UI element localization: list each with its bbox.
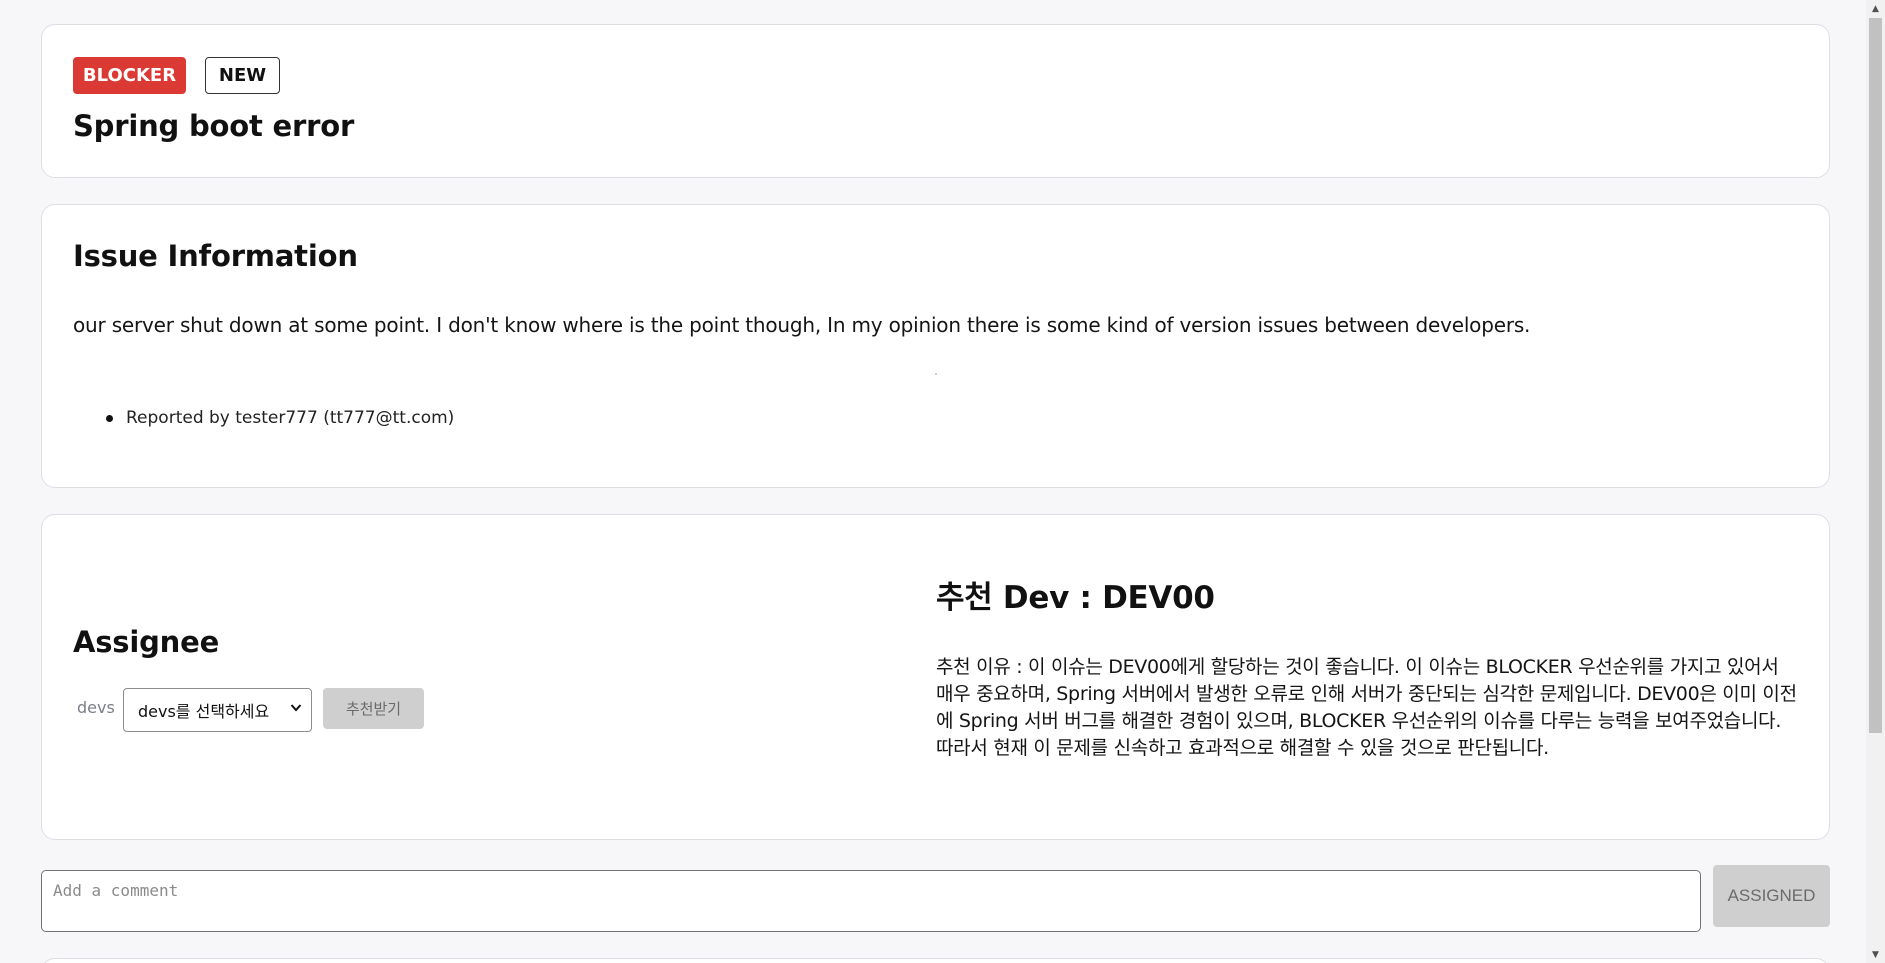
divider-dot xyxy=(935,373,937,375)
bullet-icon xyxy=(106,414,113,422)
vertical-scrollbar[interactable]: ▲ ▼ xyxy=(1866,0,1885,963)
assigned-button[interactable]: ASSIGNED xyxy=(1713,865,1830,927)
scroll-down-arrow-icon[interactable]: ▼ xyxy=(1866,946,1885,963)
scrollbar-thumb[interactable] xyxy=(1869,18,1882,733)
scroll-up-arrow-icon[interactable]: ▲ xyxy=(1866,0,1885,17)
devs-select-value: devs를 선택하세요 xyxy=(138,702,270,721)
next-card xyxy=(41,958,1830,963)
devs-label: devs xyxy=(77,698,115,717)
issue-description: our server shut down at some point. I do… xyxy=(73,313,1531,337)
reporter-list-item: Reported by tester777 (tt777@tt.com) xyxy=(106,408,454,428)
recommended-dev-title: 추천 Dev : DEV00 xyxy=(936,580,1215,616)
chevron-down-icon xyxy=(290,699,302,721)
recommendation-reason: 추천 이유 : 이 이슈는 DEV00에게 할당하는 것이 좋습니다. 이 이슈… xyxy=(936,656,1797,759)
issue-title: Spring boot error xyxy=(73,109,355,143)
status-badge: NEW xyxy=(205,57,280,94)
page: BLOCKER NEW Spring boot error Issue Info… xyxy=(0,0,1866,963)
recommend-button[interactable]: 추천받기 xyxy=(323,688,424,729)
devs-select[interactable]: devs를 선택하세요 xyxy=(123,688,312,732)
issue-header-card: BLOCKER NEW Spring boot error xyxy=(41,24,1830,178)
issue-info-title: Issue Information xyxy=(73,239,358,273)
assignee-card: Assignee devs devs를 선택하세요 추천받기 추천 Dev : … xyxy=(41,514,1830,840)
comment-input[interactable]: Add a comment xyxy=(41,870,1701,932)
priority-badge: BLOCKER xyxy=(73,57,186,94)
issue-info-card: Issue Information our server shut down a… xyxy=(41,204,1830,488)
assignee-title: Assignee xyxy=(73,625,220,659)
reporter-text: Reported by tester777 (tt777@tt.com) xyxy=(126,408,455,428)
